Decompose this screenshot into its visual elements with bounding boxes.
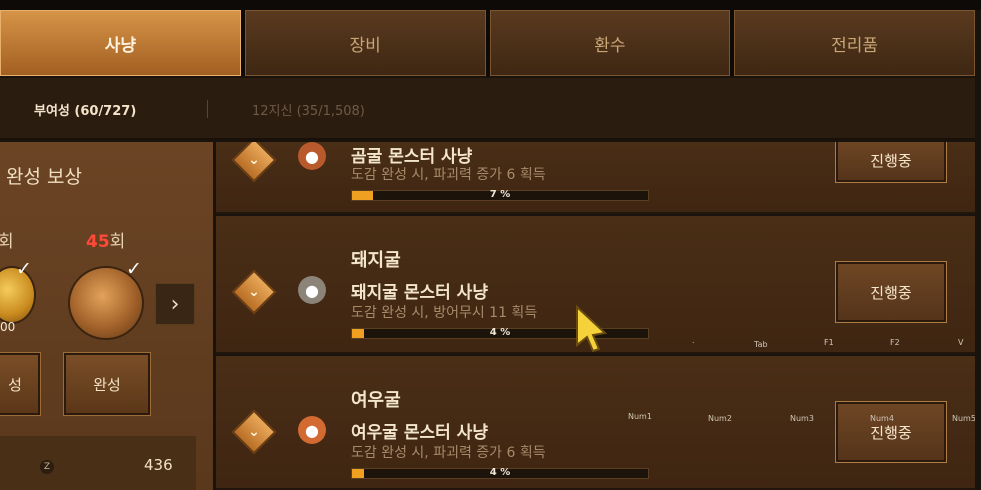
stat-value: 436 (144, 456, 173, 474)
coin-amount: 00 (0, 320, 16, 334)
mouse-cursor-icon (576, 305, 608, 353)
checkmark-icon: ✓ (126, 258, 142, 280)
quest-progress-bar: 4 % (351, 467, 649, 479)
reward-count-right: 45회 (86, 232, 126, 252)
quest-title: 돼지굴 몬스터 사냥 (351, 283, 488, 303)
in-progress-button[interactable]: 진행중 (835, 401, 947, 463)
complete-button[interactable]: 완성 (63, 352, 151, 416)
hotkey-hint: . (692, 336, 695, 345)
subtab-buyeo-castle[interactable]: 부여성 (60/727) (34, 100, 136, 119)
quest-description: 도감 완성 시, 파괴력 증가 6 획득 (351, 445, 546, 461)
stat-box: Z 436 (0, 436, 196, 490)
tab-hunting[interactable]: 사냥 (0, 10, 241, 76)
next-reward-button[interactable]: › (155, 283, 195, 325)
progress-label: 4 % (489, 467, 511, 478)
main-tab-bar: 사냥 장비 환수 전리품 (0, 10, 975, 76)
window-top-edge (0, 0, 981, 10)
reward-count-left: 회 (0, 232, 14, 252)
tab-spirit-beast[interactable]: 환수 (489, 10, 731, 76)
quest-title: 여우굴 몬스터 사냥 (351, 423, 488, 443)
quest-description: 도감 완성 시, 방어무시 11 획득 (351, 305, 538, 321)
progress-label: 7 % (489, 189, 511, 200)
subtab-twelve-zodiac[interactable]: 12지신 (35/1,508) (252, 100, 365, 119)
in-progress-button[interactable]: 진행중 (835, 142, 947, 183)
checkmark-icon: ✓ (16, 258, 32, 280)
hotkey-hint: Num3 (790, 414, 814, 423)
hotkey-hint: Tab (754, 340, 768, 349)
subtab-bar: 부여성 (60/727) 12지신 (35/1,508) (0, 78, 975, 140)
in-progress-button[interactable]: 진행중 (835, 261, 947, 323)
chevron-down-icon[interactable]: ⌄ (231, 269, 277, 315)
cave-title: 여우굴 (351, 390, 401, 411)
chevron-right-icon: › (170, 291, 180, 317)
z-key-icon: Z (40, 460, 54, 474)
quest-progress-bar: 7 % (351, 189, 649, 201)
chevron-down-icon[interactable]: ⌄ (231, 142, 277, 183)
cave-title: 돼지굴 (351, 250, 401, 271)
chevron-down-icon[interactable]: ⌄ (231, 409, 277, 455)
tab-equipment[interactable]: 장비 (244, 10, 486, 76)
fox-icon: ● (298, 416, 326, 444)
quest-description: 도감 완성 시, 파괴력 증가 6 획득 (351, 167, 546, 183)
hotkey-hint: F1 (824, 338, 834, 347)
hotkey-hint: Num2 (708, 414, 732, 423)
hotkey-hint: Num5 (952, 414, 975, 423)
quest-row[interactable]: 여우굴 ⌄ ● 여우굴 몬스터 사냥 도감 완성 시, 파괴력 증가 6 획득 … (216, 356, 975, 490)
complete-button-left[interactable]: 성 (0, 352, 41, 416)
hotkey-hint: Num4 (870, 414, 894, 423)
hotkey-hint: V (958, 338, 964, 347)
hotkey-hint: Num1 (628, 412, 652, 421)
reward-panel-title: 완성 보상 (6, 166, 82, 188)
completion-reward-panel: 완성 보상 회 45회 ✓ 00 ✓ › 성 완성 Z 436 (0, 142, 213, 490)
bear-icon: ● (298, 142, 326, 170)
hotkey-hint: F2 (890, 338, 900, 347)
tab-loot[interactable]: 전리품 (734, 10, 975, 76)
boar-icon: ● (298, 276, 326, 304)
subtab-divider (207, 100, 208, 118)
quest-row[interactable]: ⌄ ● 곰굴 몬스터 사냥 도감 완성 시, 파괴력 증가 6 획득 7 % 진… (216, 142, 975, 214)
